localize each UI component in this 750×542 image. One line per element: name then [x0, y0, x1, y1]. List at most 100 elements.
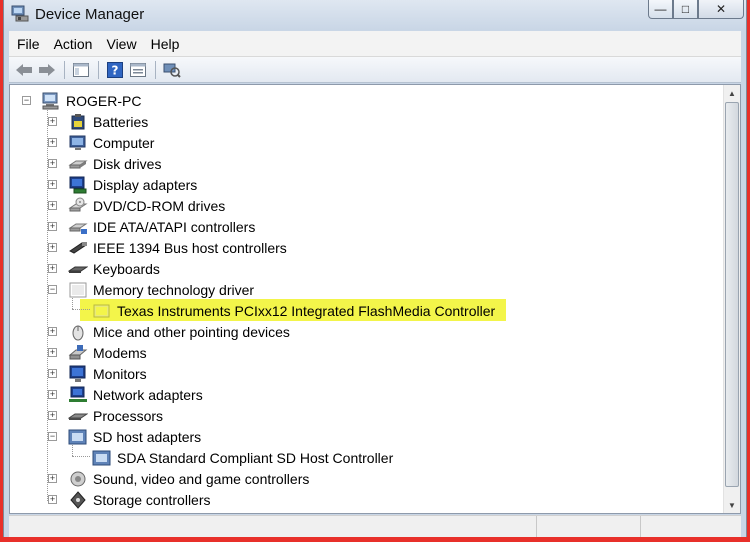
tree-item-ieee-1394-bus-host-controllers[interactable]: + IEEE 1394 Bus host controllers — [47, 237, 287, 258]
expand-icon[interactable]: + — [48, 138, 57, 147]
tree-item-ide-ata-atapi-controllers[interactable]: + IDE ATA/ATAPI controllers — [47, 216, 255, 237]
tree-item-label: Sound, video and game controllers — [93, 470, 310, 487]
device-tree[interactable]: − ROGER-PC + Batteries + Computer + Disk… — [10, 85, 722, 513]
tree-item-label: Storage controllers — [93, 491, 211, 508]
tree-item-storage-controllers[interactable]: + Storage controllers — [47, 489, 211, 510]
tree-item-label: Modems — [93, 344, 147, 361]
tree-item-texas-instruments-flashmedia-controller[interactable]: Texas Instruments PCIxx12 Integrated Fla… — [92, 300, 495, 321]
menu-bar: File Action View Help — [9, 31, 741, 57]
close-button[interactable]: ✕ — [698, 0, 744, 19]
tree-item-disk-drives[interactable]: + Disk drives — [47, 153, 161, 174]
forward-arrow-icon[interactable] — [36, 60, 58, 80]
expand-icon[interactable]: + — [48, 411, 57, 420]
display-adapter-icon — [68, 176, 88, 194]
tree-item-mice-and-other-pointing-devices[interactable]: + Mice and other pointing devices — [47, 321, 290, 342]
tree-item-sda-standard-compliant-sd-host-controller[interactable]: SDA Standard Compliant SD Host Controlle… — [92, 447, 393, 468]
expand-icon[interactable]: + — [48, 264, 57, 273]
expand-icon[interactable]: + — [48, 180, 57, 189]
menu-view[interactable]: View — [106, 36, 136, 52]
disk-drive-icon — [68, 155, 88, 173]
tree-item-memory-technology-driver[interactable]: − Memory technology driver — [47, 279, 254, 300]
tree-line — [72, 456, 90, 457]
tree-item-label: SD host adapters — [93, 428, 202, 445]
collapse-icon[interactable]: − — [48, 285, 57, 294]
expand-icon[interactable]: + — [48, 369, 57, 378]
console-tree-icon[interactable] — [70, 60, 92, 80]
expand-icon[interactable]: + — [48, 390, 57, 399]
monitor-icon — [68, 365, 88, 383]
status-pane — [537, 516, 642, 537]
tree-item-label: Mice and other pointing devices — [93, 323, 290, 340]
tree-item-display-adapters[interactable]: + Display adapters — [47, 174, 197, 195]
svg-text:?: ? — [112, 63, 119, 77]
scan-hardware-icon[interactable] — [161, 60, 183, 80]
battery-icon — [68, 113, 88, 131]
back-arrow-icon[interactable] — [13, 60, 35, 80]
expand-icon[interactable]: + — [48, 243, 57, 252]
close-icon: ✕ — [715, 2, 727, 16]
storage-controller-icon — [68, 490, 88, 509]
tree-item-label: Monitors — [93, 365, 147, 382]
tree-item-label: Texas Instruments PCIxx12 Integrated Fla… — [117, 302, 496, 319]
menu-help[interactable]: Help — [151, 36, 180, 52]
vertical-scrollbar[interactable]: ▲ ▼ — [723, 85, 740, 513]
maximize-button[interactable]: □ — [673, 0, 698, 19]
expand-icon[interactable]: + — [48, 159, 57, 168]
collapse-icon[interactable]: − — [48, 432, 57, 441]
sd-host-controller-icon — [92, 449, 112, 467]
collapse-icon[interactable]: − — [22, 96, 31, 105]
ide-controller-icon — [68, 218, 88, 236]
monitor-icon — [68, 134, 88, 152]
device-manager-icon — [11, 5, 29, 22]
title-bar[interactable]: Device Manager — □ ✕ — [4, 0, 746, 30]
expand-icon[interactable]: + — [48, 201, 57, 210]
tree-item-network-adapters[interactable]: + Network adapters — [47, 384, 203, 405]
tree-item-processors[interactable]: + Processors — [47, 405, 163, 426]
expand-icon[interactable]: + — [48, 348, 57, 357]
status-pane — [9, 516, 537, 537]
expand-icon[interactable]: + — [48, 474, 57, 483]
tree-item-sd-host-adapters[interactable]: − SD host adapters — [47, 426, 201, 447]
expand-icon[interactable]: + — [48, 495, 57, 504]
tree-item-label: Memory technology driver — [93, 281, 255, 298]
menu-action[interactable]: Action — [54, 36, 93, 52]
maximize-icon: □ — [681, 2, 690, 16]
tree-item-sound-video-and-game-controllers[interactable]: + Sound, video and game controllers — [47, 468, 309, 489]
speaker-icon — [68, 470, 88, 488]
tree-item-computer[interactable]: + Computer — [47, 132, 154, 153]
keyboard-icon — [67, 260, 89, 278]
properties-icon[interactable] — [127, 60, 149, 80]
expand-icon[interactable]: + — [48, 327, 57, 336]
root-label: ROGER-PC — [66, 92, 142, 109]
tree-item-modems[interactable]: + Modems — [47, 342, 147, 363]
minimize-button[interactable]: — — [648, 0, 673, 19]
toolbar-separator — [98, 60, 99, 79]
menu-file[interactable]: File — [17, 36, 40, 52]
status-bar — [9, 515, 741, 537]
tree-line — [72, 309, 90, 310]
expand-icon[interactable]: + — [48, 117, 57, 126]
expand-icon[interactable]: + — [48, 222, 57, 231]
help-icon[interactable]: ? — [104, 60, 126, 80]
network-adapter-icon — [68, 386, 88, 404]
window-title: Device Manager — [35, 6, 145, 23]
tree-item-batteries[interactable]: + Batteries — [47, 111, 148, 132]
toolbar: ? — [9, 57, 741, 83]
sd-host-adapter-icon — [68, 428, 88, 446]
scrollbar-thumb[interactable] — [725, 102, 739, 487]
scroll-up-icon[interactable]: ▲ — [724, 85, 740, 101]
dvd-drive-icon — [68, 197, 88, 215]
scroll-down-icon[interactable]: ▼ — [724, 497, 740, 513]
memory-device-icon — [68, 281, 88, 299]
tree-item-label: Processors — [93, 407, 164, 424]
tree-item-label: IEEE 1394 Bus host controllers — [93, 239, 287, 256]
tree-item-dvd-cd-rom-drives[interactable]: + DVD/CD-ROM drives — [47, 195, 225, 216]
tree-root[interactable]: − ROGER-PC — [22, 90, 141, 111]
tree-item-monitors[interactable]: + Monitors — [47, 363, 147, 384]
tree-item-keyboards[interactable]: + Keyboards — [47, 258, 160, 279]
ieee-1394-icon — [68, 239, 88, 257]
tree-item-label: Disk drives — [93, 155, 162, 172]
status-pane — [641, 516, 741, 537]
minimize-icon: — — [654, 2, 667, 16]
red-frame-edge — [0, 537, 750, 542]
